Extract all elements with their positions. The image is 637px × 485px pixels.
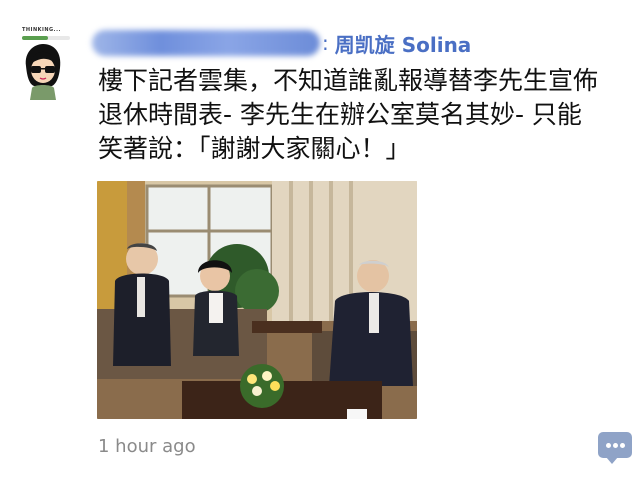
redacted-name <box>92 30 320 56</box>
post-header: : 周凯旋 Solina <box>92 28 471 58</box>
avatar[interactable]: THINKING... <box>12 22 74 102</box>
post-photo[interactable] <box>97 181 417 419</box>
comment-button[interactable] <box>598 432 632 464</box>
author-name[interactable]: 周凯旋 Solina <box>335 29 472 58</box>
post-timestamp: 1 hour ago <box>98 436 196 457</box>
author-separator: : <box>322 31 329 55</box>
office-photo-image <box>97 181 417 419</box>
post-text: 樓下記者雲集，不知道誰亂報導替李先生宣佈退休時間表- 李先生在辦公室莫名其妙- … <box>98 66 599 163</box>
avatar-girl-icon <box>25 44 61 100</box>
